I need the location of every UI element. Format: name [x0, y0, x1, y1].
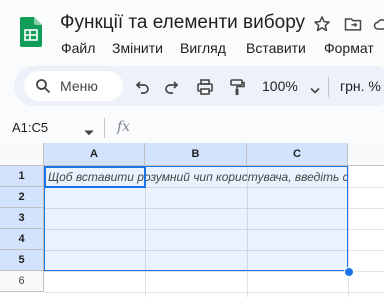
google-sheets-logo[interactable] — [20, 17, 42, 52]
move-to-folder-icon[interactable] — [343, 14, 363, 34]
print-icon[interactable] — [196, 78, 214, 96]
menu-view[interactable]: Вигляд — [180, 40, 226, 56]
menu-file[interactable]: Файл — [61, 40, 95, 56]
paint-format-icon[interactable] — [228, 78, 246, 96]
search-menus-label: Меню — [60, 78, 98, 94]
undo-icon[interactable] — [133, 78, 151, 96]
spreadsheet-grid[interactable]: A B C 1 2 3 4 5 6 Щоб вставити розумний … — [0, 143, 384, 297]
chevron-down-icon[interactable] — [310, 82, 320, 94]
chevron-down-icon[interactable] — [84, 124, 94, 136]
menu-edit[interactable]: Змінити — [112, 40, 163, 56]
function-icon: fx — [117, 119, 131, 135]
column-header-d[interactable] — [348, 143, 384, 166]
row-header-1[interactable]: 1 — [0, 166, 44, 187]
column-header-b[interactable]: B — [145, 143, 247, 166]
search-icon — [35, 78, 51, 94]
select-all-corner[interactable] — [0, 143, 44, 166]
grid-line — [348, 166, 349, 297]
active-cell[interactable] — [44, 166, 146, 188]
document-title[interactable]: Функції та елементи вибору — [60, 12, 305, 34]
fill-handle[interactable] — [344, 267, 354, 277]
row-header-6[interactable]: 6 — [0, 271, 44, 292]
grid-line — [44, 292, 384, 293]
menu-insert[interactable]: Вставити — [246, 40, 306, 56]
menu-format[interactable]: Формат — [324, 40, 374, 56]
name-box[interactable]: A1:C5 — [12, 120, 48, 135]
column-header-a[interactable]: A — [44, 143, 145, 166]
toolbar-divider — [328, 77, 329, 97]
row-header-3[interactable]: 3 — [0, 208, 44, 229]
row-header-2[interactable]: 2 — [0, 187, 44, 208]
cloud-status-icon[interactable] — [372, 14, 384, 34]
row-header-5[interactable]: 5 — [0, 250, 44, 271]
redo-icon[interactable] — [163, 78, 181, 96]
star-icon[interactable] — [312, 14, 332, 34]
currency-format-button[interactable]: грн. % — [340, 78, 381, 94]
formula-bar-divider — [104, 118, 105, 138]
row-header-4[interactable]: 4 — [0, 229, 44, 250]
zoom-select[interactable]: 100% — [262, 78, 298, 94]
grid-line — [44, 271, 384, 272]
column-header-c[interactable]: C — [247, 143, 348, 166]
